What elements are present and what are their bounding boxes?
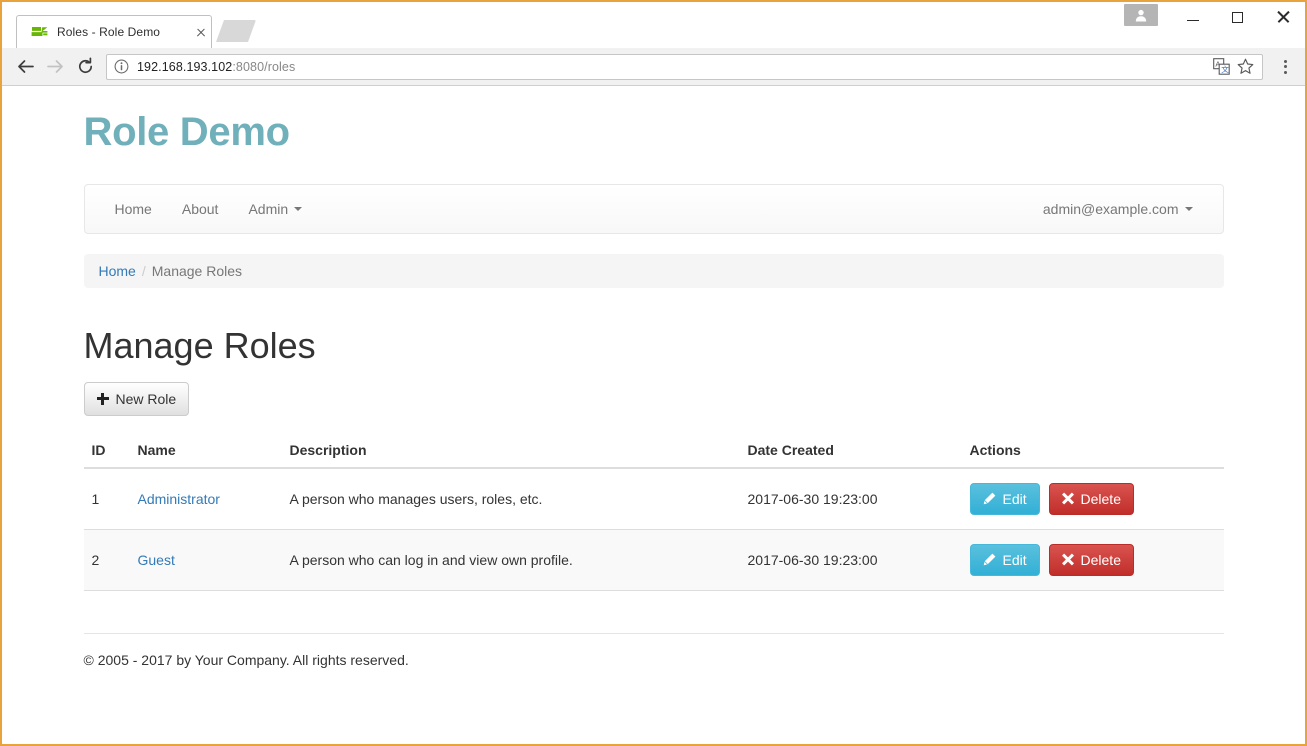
- browser-tab-title: Roles - Role Demo: [57, 25, 161, 39]
- browser-toolbar: 192.168.193.102:8080/roles A 文: [2, 48, 1305, 86]
- navbar-right: admin@example.com: [1028, 185, 1223, 233]
- tab-close-icon[interactable]: [193, 24, 209, 40]
- profile-button[interactable]: [1124, 4, 1158, 26]
- site-info-icon[interactable]: [114, 59, 129, 74]
- main-navbar: Home About Admin admin@example.com: [83, 184, 1224, 234]
- maximize-icon: [1232, 11, 1243, 23]
- chevron-down-icon: [294, 207, 303, 211]
- cell-name: Guest: [129, 528, 282, 591]
- column-header-description: Description: [281, 433, 740, 469]
- url-text: 192.168.193.102:8080/roles: [137, 60, 1208, 74]
- url-host: 192.168.193.102: [137, 59, 233, 74]
- roles-table: ID Name Description Date Created Actions…: [83, 433, 1224, 591]
- page-viewport: Role Demo Home About Admin admin@example…: [2, 86, 1305, 743]
- delete-button-label: Delete: [1080, 490, 1121, 507]
- tab-strip: Roles - Role Demo: [2, 2, 1305, 48]
- window-minimize-button[interactable]: [1170, 2, 1215, 32]
- breadcrumb: Home / Manage Roles: [83, 254, 1224, 288]
- forward-arrow-icon: [46, 60, 63, 73]
- person-icon: [1135, 9, 1147, 21]
- column-header-name: Name: [129, 433, 282, 469]
- pencil-icon: [983, 492, 995, 505]
- roles-table-body: 1 Administrator A person who manages use…: [83, 467, 1224, 591]
- breadcrumb-current: Manage Roles: [151, 263, 243, 279]
- edit-button-label: Edit: [1002, 490, 1027, 507]
- footer-copyright: © 2005 - 2017 by Your Company. All right…: [83, 651, 409, 668]
- table-row: 2 Guest A person who can log in and view…: [83, 528, 1224, 591]
- window-maximize-button[interactable]: [1215, 2, 1260, 32]
- nav-item-about-label: About: [181, 201, 219, 217]
- cell-date-created: 2017-06-30 19:23:00: [739, 528, 962, 591]
- plus-icon: [96, 392, 109, 405]
- zend-framework-favicon: [31, 26, 48, 36]
- new-role-button[interactable]: New Role: [83, 381, 190, 416]
- window-close-button[interactable]: [1260, 2, 1305, 32]
- browser-tab-roles[interactable]: Roles - Role Demo: [16, 15, 212, 48]
- cell-name: Administrator: [129, 467, 282, 530]
- cell-date-created: 2017-06-30 19:23:00: [739, 467, 962, 530]
- user-menu[interactable]: admin@example.com: [1028, 185, 1208, 233]
- menu-dot: [1283, 70, 1287, 74]
- user-menu-label: admin@example.com: [1042, 201, 1179, 217]
- navbar-left: Home About Admin: [85, 185, 318, 233]
- close-icon: [1276, 10, 1290, 24]
- minimize-icon: [1186, 19, 1199, 22]
- table-row: 1 Administrator A person who manages use…: [83, 467, 1224, 530]
- column-header-actions: Actions: [961, 433, 1224, 469]
- menu-dot: [1283, 59, 1287, 63]
- cell-actions: Edit Delete: [961, 467, 1224, 530]
- cell-description: A person who manages users, roles, etc.: [281, 467, 740, 530]
- edit-button-label: Edit: [1002, 551, 1027, 568]
- breadcrumb-link-home[interactable]: Home: [99, 263, 136, 279]
- reload-icon: [78, 57, 92, 73]
- new-tab-stub[interactable]: [216, 20, 256, 42]
- nav-item-home[interactable]: Home: [100, 185, 167, 233]
- nav-item-about[interactable]: About: [167, 185, 234, 233]
- nav-item-admin[interactable]: Admin: [233, 185, 317, 233]
- role-link-administrator[interactable]: Administrator: [138, 491, 220, 507]
- breadcrumb-separator: /: [141, 263, 146, 279]
- nav-item-home-label: Home: [114, 201, 152, 217]
- close-x-icon: [1062, 493, 1074, 505]
- svg-text:文: 文: [1221, 64, 1229, 74]
- edit-button[interactable]: Edit: [969, 482, 1040, 515]
- table-header-row: ID Name Description Date Created Actions: [83, 433, 1224, 469]
- edit-button[interactable]: Edit: [969, 543, 1040, 576]
- window-controls: [1124, 2, 1305, 34]
- page-container: Role Demo Home About Admin admin@example…: [83, 86, 1224, 668]
- page-footer: © 2005 - 2017 by Your Company. All right…: [83, 632, 1224, 668]
- menu-dot: [1283, 65, 1287, 68]
- translate-icon[interactable]: A 文: [1210, 56, 1232, 78]
- column-header-date-created: Date Created: [739, 433, 962, 469]
- delete-button[interactable]: Delete: [1048, 543, 1134, 576]
- url-path: :8080/roles: [232, 59, 296, 74]
- page-title: Manage Roles: [83, 325, 316, 366]
- new-role-button-label: New Role: [115, 390, 177, 407]
- nav-item-admin-label: Admin: [248, 201, 289, 217]
- translate-glyph: A 文: [1212, 58, 1230, 75]
- cell-id: 2: [83, 528, 130, 591]
- bookmark-star-icon[interactable]: [1234, 56, 1256, 78]
- star-glyph: [1237, 58, 1253, 74]
- close-x-icon: [1062, 554, 1074, 566]
- chevron-down-icon: [1184, 207, 1193, 211]
- column-header-id: ID: [83, 433, 130, 469]
- back-button[interactable]: [10, 52, 40, 82]
- cell-description: A person who can log in and view own pro…: [281, 528, 740, 591]
- role-link-guest[interactable]: Guest: [138, 552, 175, 568]
- forward-button: [40, 52, 70, 82]
- browser-menu-button[interactable]: [1273, 52, 1297, 82]
- cell-actions: Edit Delete: [961, 528, 1224, 591]
- roles-table-head: ID Name Description Date Created Actions: [83, 433, 1224, 469]
- reload-button[interactable]: [70, 52, 100, 82]
- address-bar[interactable]: 192.168.193.102:8080/roles A 文: [106, 53, 1263, 80]
- delete-button-label: Delete: [1080, 551, 1121, 568]
- cell-id: 1: [83, 467, 130, 530]
- brand-title: Role Demo: [83, 110, 291, 154]
- browser-window: Roles - Role Demo 192.168.193.102:8080/r…: [0, 0, 1307, 746]
- pencil-icon: [983, 553, 995, 566]
- back-arrow-icon: [17, 60, 34, 73]
- delete-button[interactable]: Delete: [1048, 482, 1134, 515]
